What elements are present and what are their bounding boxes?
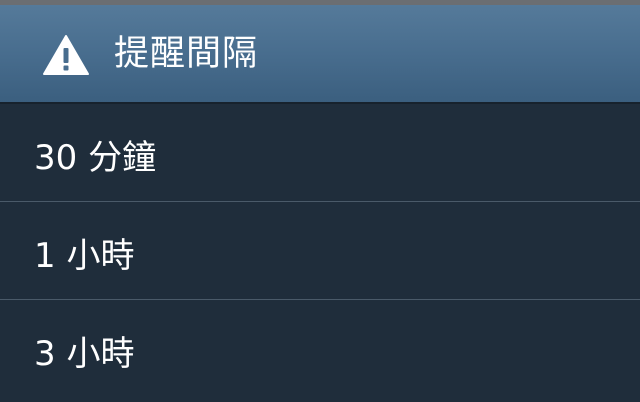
option-label: 1 小時 [34,236,135,276]
dialog-title: 提醒間隔 [114,34,259,74]
warning-icon [43,35,89,75]
option-1-hour[interactable]: 1 小時 [0,202,640,300]
reminder-interval-dialog: 提醒間隔 30 分鐘 1 小時 3 小時 [0,0,640,402]
option-label: 30 分鐘 [34,138,157,178]
dialog-header: 提醒間隔 [0,5,640,104]
interval-option-list: 30 分鐘 1 小時 3 小時 [0,104,640,398]
option-label: 3 小時 [34,334,135,374]
option-3-hours[interactable]: 3 小時 [0,300,640,398]
option-30-minutes[interactable]: 30 分鐘 [0,104,640,202]
